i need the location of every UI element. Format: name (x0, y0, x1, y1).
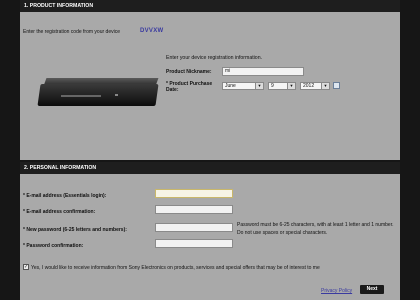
optin-label: Yes, I would like to receive information… (31, 265, 320, 271)
password-label: * New password (6-25 letters and numbers… (23, 227, 127, 233)
password-hint: Password must be 6-25 characters, with a… (237, 221, 399, 237)
privacy-policy-link[interactable]: Privacy Policy (321, 288, 352, 294)
purchase-month-value: June (225, 83, 236, 89)
password-confirm-label: * Password confirmation: (23, 243, 84, 249)
password-hint-line1: Password must be 6-25 characters, with a… (237, 222, 394, 228)
password-confirm-input[interactable] (155, 239, 233, 248)
optin-checkbox[interactable]: ✓ (23, 264, 29, 270)
purchase-day-value: 9 (271, 83, 274, 89)
next-button[interactable]: Next (360, 285, 384, 294)
chevron-down-icon: ▼ (321, 83, 329, 89)
email-label: * E-mail address (Essentials login): (23, 193, 107, 199)
personal-information-section: 2. PERSONAL INFORMATION * E-mail address… (20, 162, 400, 300)
password-input[interactable] (155, 223, 233, 232)
purchase-month-select[interactable]: June ▼ (222, 82, 264, 90)
purchase-day-select[interactable]: 9 ▼ (268, 82, 296, 90)
purchase-year-select[interactable]: 2012 ▼ (300, 82, 330, 90)
email-input[interactable] (155, 189, 233, 198)
product-device-image (37, 78, 159, 108)
product-information-section: 1. PRODUCT INFORMATION Enter the registr… (20, 0, 400, 160)
chevron-down-icon: ▼ (255, 83, 263, 89)
nickname-label: Product Nickname: (166, 69, 212, 75)
device-info-prompt: Enter your device registration informati… (166, 55, 263, 61)
password-hint-line2: Do not use spaces or special characters. (237, 230, 328, 236)
chevron-down-icon: ▼ (287, 83, 295, 89)
registration-code: DVVXW (140, 28, 164, 34)
email-confirm-label: * E-mail address confirmation: (23, 209, 96, 215)
calendar-icon[interactable] (333, 82, 340, 89)
registration-code-prompt: Enter the registration code from your de… (23, 29, 120, 35)
email-confirm-input[interactable] (155, 205, 233, 214)
nickname-input[interactable]: mi (222, 67, 304, 76)
purchase-year-value: 2012 (303, 83, 315, 89)
purchase-date-label-line2: Date: (166, 87, 179, 93)
personal-section-header: 2. PERSONAL INFORMATION (20, 162, 400, 174)
product-section-header: 1. PRODUCT INFORMATION (20, 0, 400, 12)
